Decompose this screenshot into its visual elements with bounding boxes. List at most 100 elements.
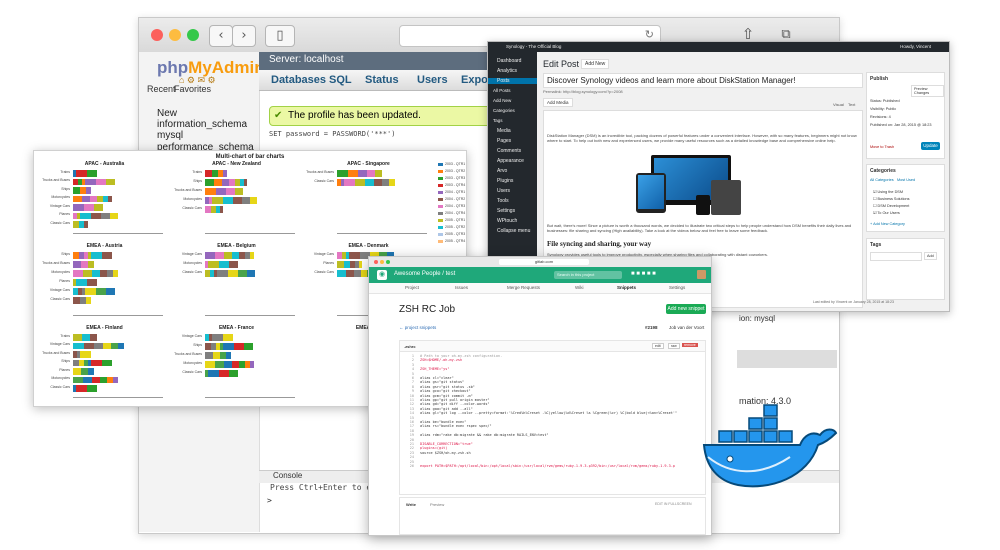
- tab-sql[interactable]: SQL: [329, 74, 352, 86]
- edit-in-fullscreen-link[interactable]: EDIT IN FULLSCREEN: [655, 502, 692, 506]
- wp-menu-item[interactable]: Media: [497, 128, 511, 134]
- wp-howdy[interactable]: Howdy, Vincent: [900, 44, 931, 49]
- chart-x-axis: [205, 397, 295, 398]
- minimize-window-button[interactable]: [169, 29, 181, 41]
- wp-menu-item[interactable]: All Posts: [493, 88, 511, 93]
- wp-menu-item[interactable]: WPtouch: [497, 218, 517, 224]
- category-checkbox[interactable]: ☑ To Our Users: [873, 210, 900, 215]
- tree-item-new[interactable]: New: [157, 108, 177, 119]
- pma-server-label[interactable]: Server: localhost: [269, 54, 343, 65]
- tab-project[interactable]: Project: [405, 285, 419, 290]
- tab-status[interactable]: Status: [365, 74, 399, 86]
- legend-label: 2005 - QTR4: [445, 239, 466, 243]
- move-to-trash-link[interactable]: Move to Trash: [870, 145, 894, 149]
- legend-swatch: [438, 197, 443, 201]
- tab-databases[interactable]: Databases: [271, 74, 326, 86]
- header-icons[interactable]: ■ ■ ■ ■ ■: [631, 271, 656, 277]
- chart-bar-segment: [83, 376, 92, 384]
- wp-menu-item[interactable]: Appearance: [497, 158, 524, 164]
- chart-panel-title: EMEA - Denmark: [348, 243, 389, 249]
- add-new-category-link[interactable]: + Add New Category: [870, 222, 905, 226]
- tab-users[interactable]: Users: [417, 74, 448, 86]
- zoom-window-button[interactable]: [386, 260, 390, 264]
- chart-bar-segment: [235, 188, 243, 195]
- tab-snippets[interactable]: Snippets: [617, 285, 636, 290]
- address-bar[interactable]: gitlab.com: [499, 259, 589, 265]
- comment-box[interactable]: Write Preview EDIT IN FULLSCREEN: [399, 497, 706, 535]
- wp-menu-item[interactable]: Analytics: [497, 68, 517, 74]
- wp-menu-item[interactable]: Arvo: [497, 168, 507, 174]
- forward-icon[interactable]: ›: [232, 25, 256, 47]
- tab-wiki[interactable]: Wiki: [575, 285, 584, 290]
- project-path[interactable]: Awesome People / test: [394, 271, 455, 277]
- tab-most-used[interactable]: Most Used: [897, 178, 915, 182]
- chart-bar-segment: [73, 376, 83, 384]
- tree-item-information-schema[interactable]: information_schema: [157, 119, 247, 130]
- chart-bar-segment: [337, 270, 346, 277]
- zoom-window-button[interactable]: [187, 29, 199, 41]
- pma-favorites-link[interactable]: Favorites: [174, 84, 211, 94]
- device-illustration: [636, 155, 754, 217]
- chart-category-label: Ships: [193, 178, 202, 183]
- wp-menu-item[interactable]: Tools: [497, 198, 509, 204]
- pma-recent-link[interactable]: Recent: [147, 84, 176, 94]
- tab-text[interactable]: Text: [848, 102, 855, 107]
- wp-site-title[interactable]: Synology - The Official Blog: [506, 44, 561, 49]
- tab-issues[interactable]: Issues: [455, 285, 468, 290]
- reload-icon[interactable]: ↻: [645, 28, 654, 41]
- remove-button[interactable]: remove: [682, 343, 698, 347]
- close-window-button[interactable]: [151, 29, 163, 41]
- tab-merge-requests[interactable]: Merge Requests: [507, 285, 540, 290]
- chart-panel-title: EMEA - Belgium: [217, 243, 256, 249]
- gitlab-logo-icon[interactable]: ◉: [377, 270, 387, 280]
- back-icon[interactable]: ‹: [209, 25, 233, 47]
- chart-bar-segment: [222, 179, 229, 186]
- tab-settings[interactable]: Settings: [669, 285, 685, 290]
- publish-box: Publish Preview Changes Status: Publishe…: [866, 72, 945, 159]
- add-new-snippet-button[interactable]: Add new snippet: [666, 304, 706, 314]
- minimize-window-button[interactable]: [380, 260, 384, 264]
- wp-menu-item[interactable]: Dashboard: [497, 58, 521, 64]
- chart-bar-segment: [205, 179, 214, 186]
- add-new-button[interactable]: Add New: [581, 59, 610, 69]
- wp-menu-item[interactable]: Plugins: [497, 178, 513, 184]
- tab-visual[interactable]: Visual: [833, 102, 844, 107]
- wp-menu-item[interactable]: Add New: [493, 98, 511, 103]
- wp-menu-item[interactable]: Categories: [493, 108, 515, 113]
- tab-write[interactable]: Write: [406, 502, 416, 507]
- wp-menu-item[interactable]: Pages: [497, 138, 511, 144]
- category-checkbox[interactable]: ☐ DSM Development: [873, 203, 909, 208]
- chart-category-label: Ships: [193, 342, 202, 347]
- tree-item-mysql[interactable]: mysql: [157, 130, 183, 141]
- snippet-author[interactable]: Job van der Voort: [669, 325, 704, 330]
- avatar[interactable]: [697, 270, 706, 279]
- add-tag-button[interactable]: Add: [924, 252, 937, 260]
- close-window-button[interactable]: [374, 260, 378, 264]
- wp-menu-item[interactable]: Tags: [493, 118, 503, 123]
- update-button[interactable]: Update: [921, 142, 940, 150]
- wp-menu-item[interactable]: Comments: [497, 148, 521, 154]
- legend-entry: 2005 - QTR4: [438, 238, 465, 245]
- permalink[interactable]: Permalink: http://blog.synology.com/?p=2…: [543, 89, 623, 94]
- chart-bar-segment: [223, 334, 233, 341]
- search-input[interactable]: Search in this project: [554, 271, 622, 279]
- wp-menu-item[interactable]: Collapse menu: [497, 228, 530, 234]
- category-checkbox[interactable]: ☐ Business Solutions: [873, 196, 910, 201]
- add-media-button[interactable]: Add Media: [543, 98, 573, 107]
- wp-menu-item[interactable]: Users: [497, 188, 510, 194]
- wp-menu-item[interactable]: Settings: [497, 208, 515, 214]
- preview-changes-button[interactable]: Preview Changes: [911, 85, 944, 97]
- edit-button[interactable]: edit: [652, 343, 664, 349]
- legend-entry: 2004 - QTR3: [438, 203, 465, 210]
- tab-preview[interactable]: Preview: [430, 502, 444, 507]
- wp-menu-item[interactable]: Posts: [488, 78, 537, 84]
- raw-button[interactable]: raw: [668, 343, 680, 349]
- tab-all-categories[interactable]: All Categories: [870, 178, 894, 182]
- back-to-snippets-link[interactable]: ← project snippets: [399, 325, 436, 330]
- tag-input[interactable]: [870, 252, 922, 261]
- chart-bar-segment: [212, 197, 223, 204]
- sidebar-toggle-icon[interactable]: ▯: [265, 25, 295, 47]
- console-prompt[interactable]: >: [267, 496, 272, 505]
- post-title-input[interactable]: Discover Synology videos and learn more …: [543, 73, 863, 88]
- category-checkbox[interactable]: ☑ Using the DSM: [873, 189, 903, 194]
